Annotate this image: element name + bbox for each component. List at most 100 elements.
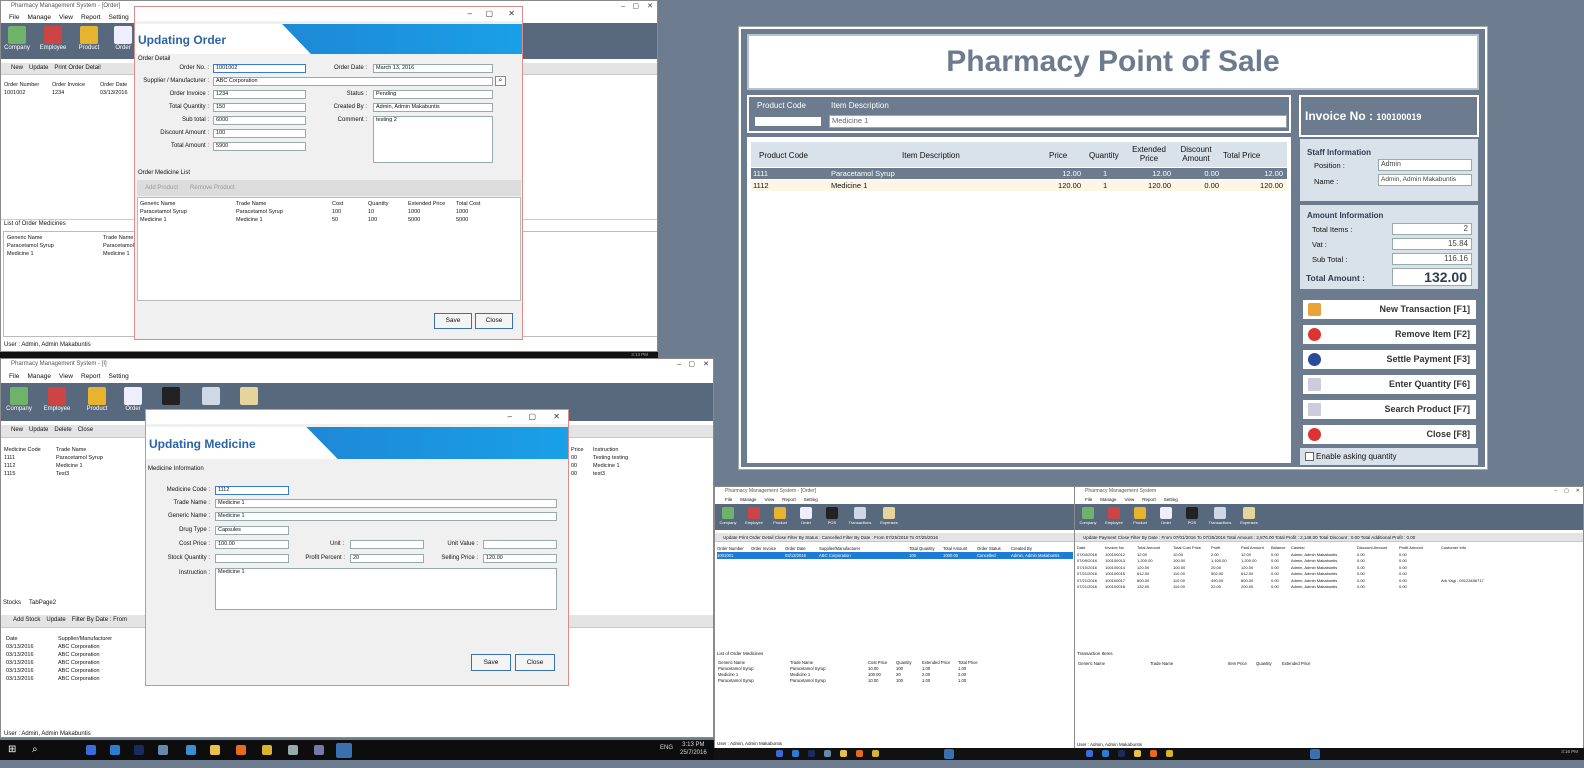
invoice-input[interactable]: 1234 [213, 90, 306, 99]
menu-file[interactable]: File [9, 373, 19, 380]
product-button[interactable]: Product [1127, 506, 1153, 525]
pos-button[interactable]: POS [819, 506, 845, 525]
windows-start-icon[interactable]: ⊞ [8, 744, 16, 755]
expenses-button[interactable]: Expenses [875, 506, 903, 525]
table-row[interactable]: 1111 Paracetamol Syrup 12.00 1 12.00 0.0… [751, 168, 1287, 179]
folder-icon[interactable] [1134, 750, 1141, 757]
table-row[interactable]: 00 Medicine 1 [571, 462, 628, 470]
order-no-input[interactable]: 1001002 [213, 64, 306, 73]
update-stock-button[interactable]: Update [46, 617, 65, 623]
tab-page2[interactable]: TabPage2 [29, 600, 56, 606]
menu-view[interactable]: View [59, 373, 73, 380]
table-row[interactable]: 07/21/2016 100100018 132.00 110.00 22.00 200.… [1077, 584, 1484, 591]
active-app-icon[interactable] [944, 749, 954, 759]
selling-input[interactable]: 120.00 [483, 554, 557, 563]
skype-icon[interactable] [110, 745, 120, 755]
tab-stocks[interactable]: Stocks [3, 600, 21, 606]
transactions-toolbar[interactable]: Update Payment Close Filter By Date : Fr… [1075, 533, 1583, 542]
table-row[interactable]: 1111 Paracetamol Syrup [4, 454, 103, 462]
menu-manage[interactable]: Manage [27, 14, 51, 21]
minimize-icon[interactable]: – [621, 1, 625, 12]
minimize-icon[interactable]: – [508, 412, 512, 421]
menu-setting[interactable]: Setting [108, 14, 128, 21]
app-icon[interactable] [776, 750, 783, 757]
close-button[interactable]: Close [78, 427, 93, 433]
table-row[interactable]: Medicine 1 Medicine 1 [7, 250, 134, 258]
save-button[interactable]: Save [434, 313, 472, 329]
delete-button[interactable]: Delete [54, 427, 71, 433]
created-by-input[interactable]: Admin, Admin Makabuntis [373, 103, 493, 112]
order-button[interactable]: Order [1153, 506, 1179, 525]
add-stock-button[interactable]: Add Stock [13, 617, 40, 623]
menu-report[interactable]: Report [1142, 497, 1156, 502]
table-row[interactable]: 03/13/2016 ABC Corporation [6, 643, 112, 651]
pos-button[interactable]: POS [1179, 506, 1205, 525]
close-icon[interactable]: ✕ [553, 412, 560, 421]
language-indicator[interactable]: ENG [660, 745, 673, 751]
product-button[interactable]: Product [767, 506, 793, 525]
app-icon[interactable] [314, 745, 324, 755]
maximize-icon[interactable]: ▢ [632, 1, 639, 12]
unit-input[interactable] [350, 540, 424, 549]
total-input[interactable]: 5900 [213, 142, 306, 151]
skype-icon[interactable] [792, 750, 799, 757]
product-button[interactable]: Product [75, 25, 103, 51]
minimize-icon[interactable]: – [468, 9, 472, 18]
transactions-button[interactable]: Transactions [845, 506, 875, 525]
table-row[interactable]: 1115 Test3 [4, 470, 103, 478]
drug-type-select[interactable]: Capsules [215, 526, 289, 535]
photoshop-icon[interactable] [808, 750, 815, 757]
employee-button[interactable]: Employee [39, 25, 67, 51]
new-button[interactable]: New [11, 427, 23, 433]
cost-input[interactable]: 100.00 [215, 540, 289, 549]
search-icon[interactable]: ⌕ [32, 744, 38, 755]
app-icon[interactable] [824, 750, 831, 757]
company-button[interactable]: Company [715, 506, 741, 525]
search-icon[interactable]: ⌕ [495, 76, 506, 86]
product-code-input[interactable] [753, 115, 823, 128]
menu-report[interactable]: Report [81, 373, 101, 380]
menu-file[interactable]: File [1085, 497, 1092, 502]
active-app-icon[interactable] [336, 743, 352, 758]
menu-file[interactable]: File [9, 14, 19, 21]
table-row[interactable]: 03/13/2016 ABC Corporation [6, 667, 112, 675]
stock-input[interactable] [215, 554, 289, 563]
skype-icon[interactable] [1102, 750, 1109, 757]
discount-input[interactable]: 100 [213, 129, 306, 138]
close-button[interactable]: Close [475, 313, 513, 329]
enter-quantity-button[interactable]: Enter Quantity [F6] [1302, 374, 1477, 395]
chrome-icon[interactable] [872, 750, 879, 757]
order-button[interactable]: Order [119, 386, 147, 412]
app-icon[interactable] [288, 745, 298, 755]
folder-icon[interactable] [210, 745, 220, 755]
order-button[interactable]: Order [793, 506, 819, 525]
profit-input[interactable]: 20 [350, 554, 424, 563]
close-pos-button[interactable]: Close [F8] [1302, 424, 1477, 445]
minimize-icon[interactable]: – [1554, 487, 1557, 495]
table-row[interactable]: Paracetamol Syrup Paracetamol [7, 242, 134, 250]
close-icon[interactable]: ✕ [508, 9, 515, 18]
menu-setting[interactable]: Setting [108, 373, 128, 380]
menu-view[interactable]: View [1125, 497, 1135, 502]
menu-setting[interactable]: Setting [804, 497, 818, 502]
menu-file[interactable]: File [725, 497, 732, 502]
chrome-icon[interactable] [1166, 750, 1173, 757]
table-row[interactable]: Paracetamol Syrup Paracetamol Syrup 10.00 1… [718, 678, 978, 684]
item-description-input[interactable]: Medicine 1 [829, 115, 1287, 128]
table-row[interactable]: 00 test3 [571, 470, 628, 478]
update-button[interactable]: Update [29, 65, 48, 71]
menu-manage[interactable]: Manage [27, 373, 51, 380]
employee-button[interactable]: Employee [741, 506, 767, 525]
total-qty-input[interactable]: 150 [213, 103, 306, 112]
clock[interactable]: 3:16 PM [1561, 749, 1578, 754]
trade-input[interactable]: Medicine 1 [215, 499, 557, 508]
table-row[interactable]: 00 Testing testing [571, 454, 628, 462]
close-icon[interactable]: ✕ [703, 359, 709, 370]
table-row[interactable]: 1112 Medicine 1 [4, 462, 103, 470]
add-product-button[interactable]: Add Product [145, 185, 178, 191]
expenses-button[interactable] [235, 386, 263, 406]
order-toolbar[interactable]: Update Print Order Detail Close Filter B… [715, 533, 1075, 542]
app-icon[interactable] [158, 745, 168, 755]
subtotal-input[interactable]: 6000 [213, 116, 306, 125]
maximize-icon[interactable]: ▢ [1564, 487, 1569, 495]
